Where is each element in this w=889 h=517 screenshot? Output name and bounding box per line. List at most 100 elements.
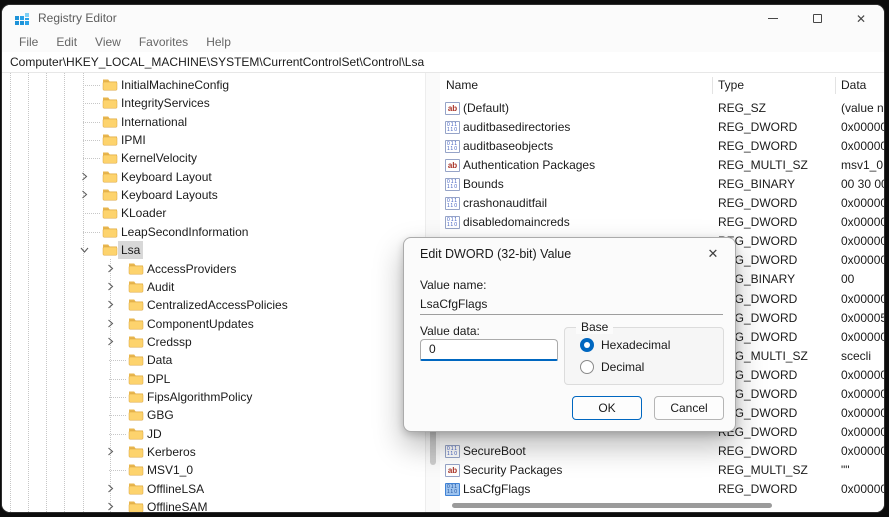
registry-editor-icon	[15, 13, 29, 25]
tree-item-dpl[interactable]: DPL	[2, 370, 424, 388]
value-row-default[interactable]: ab(Default) REG_SZ (value not set)	[440, 99, 884, 118]
value-data-cell: 00 30 00 00	[841, 177, 884, 192]
value-data-cell: 0x00000000	[841, 139, 884, 154]
tree-item-label: LeapSecondInformation	[121, 224, 249, 239]
chevron-right-icon	[82, 172, 88, 181]
tree-item-label: JD	[147, 426, 162, 441]
folder-icon	[102, 97, 118, 109]
tree-item-data[interactable]: Data	[2, 351, 424, 369]
tree-item-label: DPL	[147, 371, 171, 386]
tree-item-msv1-0[interactable]: MSV1_0	[2, 461, 424, 479]
tree-item-label: IPMI	[121, 133, 146, 148]
ok-button[interactable]: OK	[572, 396, 642, 420]
tree-item-initialmachineconfig[interactable]: InitialMachineConfig	[2, 76, 424, 94]
value-type-cell: REG_DWORD	[718, 443, 798, 458]
address-bar[interactable]: Computer\HKEY_LOCAL_MACHINE\SYSTEM\Curre…	[2, 52, 884, 73]
tree-item-accessproviders[interactable]: AccessProviders	[2, 260, 424, 278]
folder-icon	[128, 483, 144, 495]
value-data-input[interactable]: 0	[420, 339, 558, 361]
value-row-bounds[interactable]: 011110Bounds REG_BINARY 00 30 00 00	[440, 175, 884, 194]
tree-item-kerberos[interactable]: Kerberos	[2, 443, 424, 461]
tree-item-kloader[interactable]: KLoader	[2, 204, 424, 222]
tree-item-label: Credssp	[147, 334, 192, 349]
chevron-right-icon	[108, 447, 114, 456]
minimize-button[interactable]	[751, 5, 795, 32]
tree-item-offlinesam[interactable]: OfflineSAM	[2, 498, 424, 512]
tree-item-credssp[interactable]: Credssp	[2, 333, 424, 351]
column-header-data[interactable]: Data	[841, 73, 866, 97]
string-value-icon: ab	[445, 159, 460, 173]
column-separator[interactable]	[712, 77, 713, 94]
maximize-button[interactable]	[795, 5, 839, 32]
tree-connector	[83, 121, 100, 123]
tree-item-audit[interactable]: Audit	[2, 278, 424, 296]
value-name-cell: crashonauditfail	[463, 196, 548, 211]
menu-view[interactable]: View	[86, 32, 130, 52]
folder-icon	[102, 152, 118, 164]
tree-item-kernelvelocity[interactable]: KernelVelocity	[2, 149, 424, 167]
folder-icon	[128, 354, 144, 366]
value-name-cell: auditbaseobjects	[463, 139, 554, 154]
cancel-button[interactable]: Cancel	[654, 396, 724, 420]
column-header-name[interactable]: Name	[446, 73, 478, 97]
dword-value-icon: 011 110	[445, 121, 460, 135]
tree-item-jd[interactable]: JD	[2, 425, 424, 443]
tree-item-label: International	[121, 114, 188, 129]
tree-item-offlinelsa[interactable]: OfflineLSA	[2, 480, 424, 498]
value-data-cell: 0x00005	[841, 310, 884, 325]
tree-item-lsa[interactable]: Lsa	[2, 241, 424, 260]
tree-connector	[109, 433, 126, 435]
folder-icon	[128, 501, 144, 512]
column-header-type[interactable]: Type	[718, 73, 744, 97]
tree-item-leapsecondinformation[interactable]: LeapSecondInformation	[2, 223, 424, 241]
tree-item-keyboard-layouts[interactable]: Keyboard Layouts	[2, 186, 424, 204]
menu-edit[interactable]: Edit	[47, 32, 86, 52]
menu-favorites[interactable]: Favorites	[130, 32, 197, 52]
tree-item-componentupdates[interactable]: ComponentUpdates	[2, 315, 424, 333]
dword-value-icon: 011 110	[445, 216, 460, 230]
tree-item-gbg[interactable]: GBG	[2, 406, 424, 424]
value-name-cell: Security Packages	[463, 462, 563, 477]
tree-item-ipmi[interactable]: IPMI	[2, 131, 424, 149]
value-type-cell: REG_MULTI_SZ	[718, 158, 808, 173]
close-button[interactable]: ✕	[839, 5, 883, 32]
tree-item-international[interactable]: International	[2, 113, 424, 131]
menu-help[interactable]: Help	[197, 32, 240, 52]
value-row-crashonauditfail[interactable]: 011110crashonauditfail REG_DWORD 0x0000000…	[440, 194, 884, 213]
tree-item-fipsalgorithmpolicy[interactable]: FipsAlgorithmPolicy	[2, 388, 424, 406]
tree-item-integrityservices[interactable]: IntegrityServices	[2, 94, 424, 112]
maximize-icon	[812, 14, 822, 23]
value-data-cell: 0x00000000	[841, 405, 884, 420]
value-row-disabledomaincreds[interactable]: 011 110 disabledomaincreds REG_DWORD 0x00000…	[440, 213, 884, 232]
value-row-secureboot[interactable]: 011110SecureBoot REG_DWORD 0x00000000	[440, 442, 884, 461]
value-row-auditbaseobjects[interactable]: 011110auditbaseobjects REG_DWORD 0x0000000…	[440, 137, 884, 156]
radio-decimal[interactable]	[580, 360, 594, 374]
value-data-cell: 00	[841, 272, 855, 287]
value-data-cell: 0x00000000	[841, 291, 884, 306]
registry-editor-window: Registry Editor ✕ File Edit View Favorit…	[2, 5, 884, 512]
column-separator[interactable]	[835, 77, 836, 94]
value-data-cell: (value not set)	[841, 101, 884, 115]
tree-connector	[83, 231, 100, 233]
folder-icon	[128, 373, 144, 385]
chevron-right-icon	[108, 319, 114, 327]
value-row-authentication-packages[interactable]: ab Authentication Packages REG_MULTI_SZ msv…	[440, 156, 884, 175]
value-row-auditbasedirectories[interactable]: 011 110 auditbasedirectories REG_DWORD 0x000…	[440, 118, 884, 137]
radio-decimal-label: Decimal	[601, 360, 645, 374]
horizontal-scrollbar-thumb[interactable]	[452, 503, 772, 508]
string-value-icon: ab	[445, 463, 460, 477]
value-row-security-packages[interactable]: ab Security Packages REG_MULTI_SZ ""	[440, 461, 884, 480]
radio-hexadecimal[interactable]	[580, 338, 594, 352]
folder-icon	[102, 116, 118, 128]
folder-icon	[128, 263, 144, 274]
value-data-cell: 0x00000000	[841, 253, 884, 268]
tree-item-centralizedaccesspolicies[interactable]: CentralizedAccessPolicies	[2, 296, 424, 314]
dialog-close-icon[interactable]: ✕	[701, 244, 725, 264]
value-row-lsacfgflags[interactable]: 011110LsaCfgFlags REG_DWORD 0x00000000	[440, 480, 884, 499]
value-data-cell: ""	[841, 462, 850, 477]
menu-file[interactable]: File	[10, 32, 47, 52]
tree-item-keyboard-layout[interactable]: Keyboard Layout	[2, 168, 424, 186]
dword-value-icon: 011 110	[445, 444, 460, 458]
tree-connector	[109, 470, 126, 472]
tree-connector	[83, 85, 100, 86]
